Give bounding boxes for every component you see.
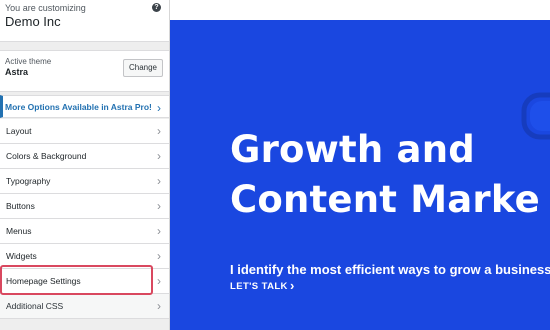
chevron-right-icon: › — [157, 149, 161, 163]
customizer-sidebar: You are customizing Demo Inc ? Active th… — [0, 0, 170, 330]
chevron-right-icon[interactable]: › — [290, 278, 294, 293]
chevron-right-icon: › — [157, 124, 161, 138]
site-preview: Growth and Content Marke I identify the … — [170, 0, 550, 330]
hero-tagline: I identify the most efficient ways to gr… — [230, 262, 550, 277]
menu-item-layout[interactable]: Layout › — [0, 119, 169, 144]
active-theme-panel: Active theme Astra Change — [0, 50, 169, 92]
menu-item-label: Typography — [6, 176, 51, 186]
change-theme-button[interactable]: Change — [123, 59, 163, 77]
menu-item-label: Additional CSS — [6, 301, 64, 311]
preview-header-strip — [170, 0, 550, 20]
menu-item-buttons[interactable]: Buttons › — [0, 194, 169, 219]
menu-item-label: Widgets — [6, 251, 37, 261]
menu-item-label: Homepage Settings — [6, 276, 81, 286]
menu-item-label: Colors & Background — [6, 151, 87, 161]
astra-pro-promo[interactable]: More Options Available in Astra Pro! › — [0, 95, 169, 118]
menu-item-label: Layout — [6, 126, 32, 136]
chevron-right-icon: › — [157, 299, 161, 313]
chevron-right-icon: › — [157, 101, 161, 115]
customizer-header: You are customizing Demo Inc ? — [0, 0, 169, 42]
chevron-right-icon: › — [157, 224, 161, 238]
menu-item-typography[interactable]: Typography › — [0, 169, 169, 194]
active-theme-label: Active theme — [5, 57, 52, 66]
promo-label: More Options Available in Astra Pro! — [5, 102, 152, 112]
menu-item-additional-css[interactable]: Additional CSS › — [0, 294, 169, 319]
hero-section — [170, 20, 550, 330]
customizer-screen: You are customizing Demo Inc ? Active th… — [0, 0, 550, 330]
chevron-right-icon: › — [157, 174, 161, 188]
lets-talk-link[interactable]: LET'S TALK — [230, 281, 288, 292]
chevron-right-icon: › — [157, 274, 161, 288]
help-icon[interactable]: ? — [152, 3, 161, 12]
customizer-menu: Layout › Colors & Background › Typograph… — [0, 119, 169, 319]
menu-item-colors-background[interactable]: Colors & Background › — [0, 144, 169, 169]
menu-item-widgets[interactable]: Widgets › — [0, 244, 169, 269]
menu-item-homepage-settings[interactable]: Homepage Settings › — [0, 269, 169, 294]
menu-item-label: Menus — [6, 226, 32, 236]
chevron-right-icon: › — [157, 199, 161, 213]
menu-item-label: Buttons — [6, 201, 35, 211]
customizing-subtitle: You are customizing — [5, 3, 86, 13]
chevron-right-icon: › — [157, 249, 161, 263]
menu-item-menus[interactable]: Menus › — [0, 219, 169, 244]
hero-headline-line-2: Content Marke — [230, 178, 540, 221]
active-theme-name: Astra — [5, 67, 29, 77]
site-title: Demo Inc — [5, 14, 61, 29]
hero-headline-line-1: Growth and — [230, 128, 475, 171]
glasses-icon — [521, 92, 550, 140]
